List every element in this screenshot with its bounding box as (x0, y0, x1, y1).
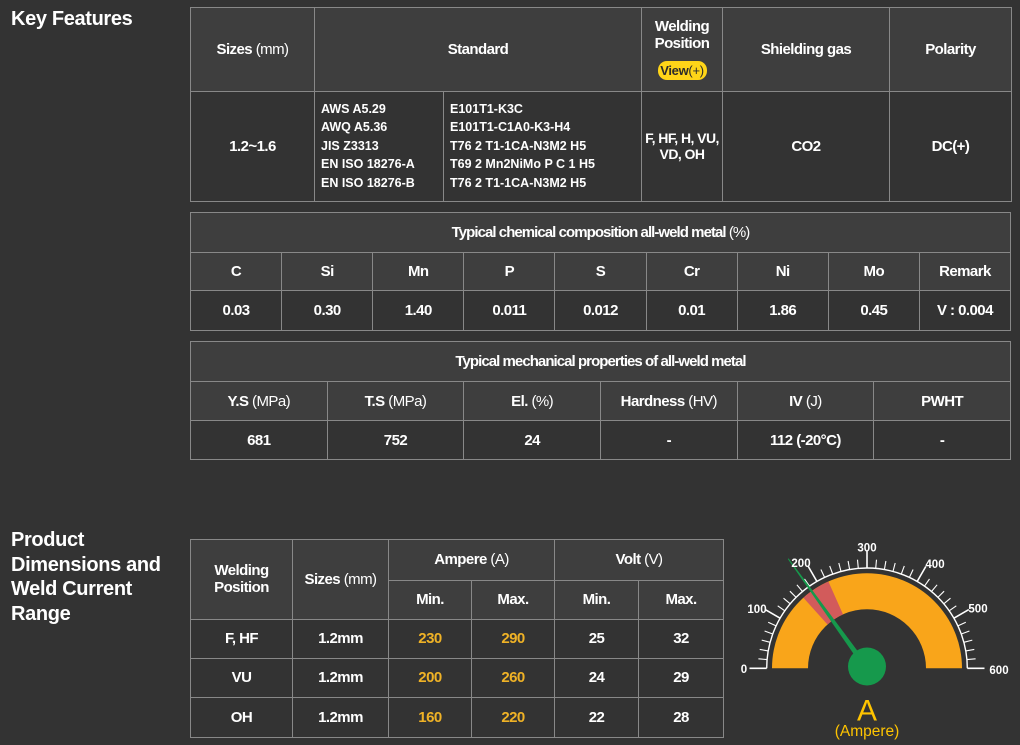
svg-text:200: 200 (791, 558, 810, 570)
svg-text:500: 500 (968, 604, 987, 616)
svg-text:0: 0 (741, 664, 747, 676)
svg-text:(Ampere): (Ampere) (835, 723, 900, 740)
svg-text:100: 100 (747, 604, 766, 616)
svg-text:300: 300 (857, 543, 876, 555)
svg-text:600: 600 (989, 665, 1008, 677)
svg-text:400: 400 (925, 559, 944, 571)
